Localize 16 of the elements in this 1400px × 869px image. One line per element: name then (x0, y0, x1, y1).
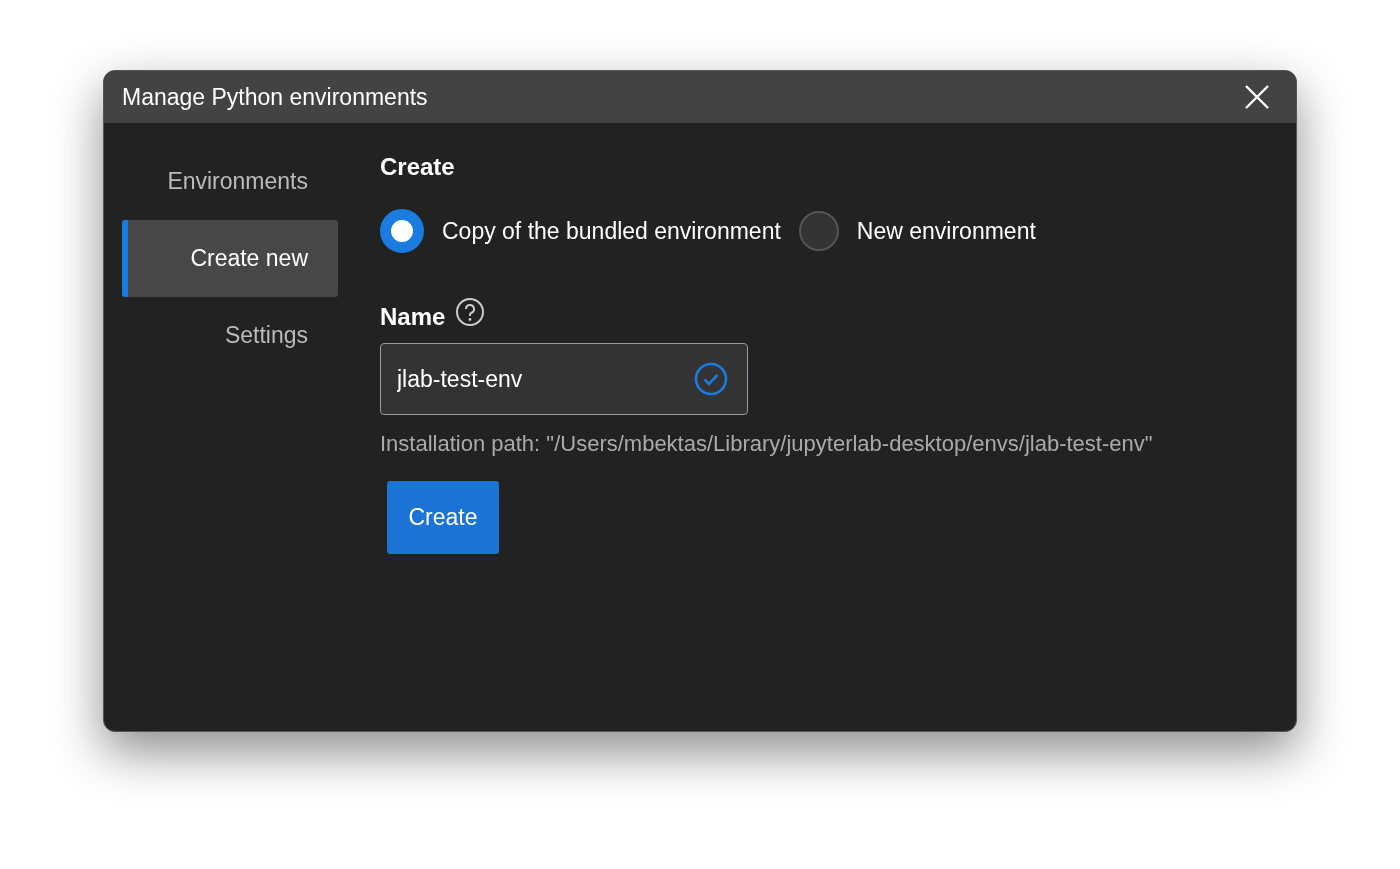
field-label: Name (380, 302, 446, 331)
sidebar-item[interactable]: Environments (122, 143, 338, 220)
window-title: Manage Python environments (122, 83, 428, 111)
radio-button[interactable] (380, 209, 424, 253)
help-icon[interactable] (455, 297, 486, 327)
close-icon (1244, 84, 1270, 110)
create-button[interactable]: Create (387, 481, 499, 554)
section-heading: Create (380, 153, 455, 181)
sidebar-item[interactable]: Settings (122, 297, 338, 374)
installation-path: Installation path: "/Users/mbektas/Library/jupyterlab-desktop/envs/jlab-test-env" (380, 431, 1153, 457)
sidebar-item[interactable]: Create new (122, 220, 338, 297)
radio-label[interactable]: New environment (856, 217, 1036, 245)
radio-button[interactable] (798, 211, 839, 251)
close-button[interactable] (1244, 84, 1270, 110)
radio-label[interactable]: Copy of the bundled environment (442, 217, 781, 245)
name-input[interactable]: jlab-test-env (380, 343, 748, 415)
